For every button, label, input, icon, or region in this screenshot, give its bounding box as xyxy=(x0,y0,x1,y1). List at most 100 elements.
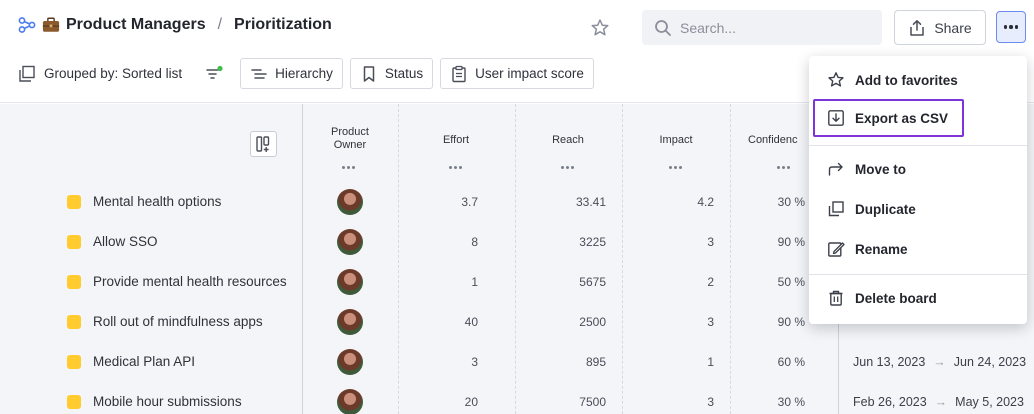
effort-value[interactable]: 40 xyxy=(420,315,478,329)
reach-value[interactable]: 895 xyxy=(520,355,606,369)
status-label: Status xyxy=(384,66,424,81)
duplicate-icon xyxy=(828,201,844,217)
column-menu-icon[interactable] xyxy=(669,166,682,169)
item-name[interactable]: Allow SSO xyxy=(93,234,158,249)
column-header-effort[interactable]: Effort xyxy=(420,134,492,147)
table-row[interactable]: Mobile hour submissions 20 7500 3 30 % F… xyxy=(0,382,1034,414)
owner-avatar[interactable] xyxy=(337,229,363,255)
status-chip xyxy=(67,275,81,289)
search-input[interactable] xyxy=(680,19,870,36)
start-date: Jun 13, 2023 xyxy=(853,355,926,369)
hierarchy-icon xyxy=(251,68,267,79)
impact-value[interactable]: 4.2 xyxy=(640,195,714,209)
item-name[interactable]: Medical Plan API xyxy=(93,354,195,369)
impact-value[interactable]: 3 xyxy=(640,235,714,249)
group-by-control[interactable]: Grouped by: Sorted list xyxy=(18,65,182,83)
reach-value[interactable]: 5675 xyxy=(520,275,606,289)
effort-value[interactable]: 3.7 xyxy=(420,195,478,209)
hierarchy-label: Hierarchy xyxy=(275,66,333,81)
reach-value[interactable]: 7500 xyxy=(520,395,606,409)
favorite-star-icon[interactable] xyxy=(590,18,610,38)
item-name[interactable]: Provide mental health resources xyxy=(93,274,287,289)
timeline-dates[interactable]: Jun 13, 2023 → Jun 24, 2023 xyxy=(853,355,1026,369)
clipboard-icon xyxy=(452,65,466,82)
board-options-menu: Add to favorites Export as CSV Move to D… xyxy=(809,56,1027,324)
confidence-value[interactable]: 50 % xyxy=(750,275,805,289)
confidence-value[interactable]: 30 % xyxy=(750,195,805,209)
owner-avatar[interactable] xyxy=(337,189,363,215)
arrow-right-icon: → xyxy=(933,355,946,369)
share-button[interactable]: Share xyxy=(894,10,986,45)
reach-value[interactable]: 33.41 xyxy=(520,195,606,209)
download-icon xyxy=(828,110,844,126)
column-header-product-owner[interactable]: Product Owner xyxy=(315,126,385,152)
board-title[interactable]: Prioritization xyxy=(234,16,332,34)
search-box[interactable] xyxy=(642,10,882,45)
timeline-dates[interactable]: Feb 26, 2023 → May 5, 2023 xyxy=(853,395,1024,409)
menu-item-move-to[interactable]: Move to xyxy=(809,150,1027,188)
start-date: Feb 26, 2023 xyxy=(853,395,927,409)
breadcrumb-separator: / xyxy=(217,16,223,33)
item-name[interactable]: Mobile hour submissions xyxy=(93,394,242,409)
owner-avatar[interactable] xyxy=(337,389,363,414)
breadcrumb: Product Managers / Prioritization xyxy=(18,16,332,34)
column-menu-icon[interactable] xyxy=(342,166,355,169)
move-arrow-icon xyxy=(828,162,843,176)
owner-avatar[interactable] xyxy=(337,269,363,295)
workspace-link[interactable]: Product Managers xyxy=(66,16,206,34)
menu-item-duplicate[interactable]: Duplicate xyxy=(809,190,1027,228)
filter-icon[interactable] xyxy=(204,64,224,84)
impact-value[interactable]: 3 xyxy=(640,315,714,329)
confidence-value[interactable]: 30 % xyxy=(750,395,805,409)
hierarchy-button[interactable]: Hierarchy xyxy=(240,58,343,89)
confidence-value[interactable]: 90 % xyxy=(750,235,805,249)
column-menu-icon[interactable] xyxy=(561,166,574,169)
effort-value[interactable]: 3 xyxy=(420,355,478,369)
impact-value[interactable]: 1 xyxy=(640,355,714,369)
impact-value[interactable]: 2 xyxy=(640,275,714,289)
confidence-value[interactable]: 90 % xyxy=(750,315,805,329)
end-date: Jun 24, 2023 xyxy=(953,355,1027,369)
board-toolbar: Grouped by: Sorted list Hierarchy Status xyxy=(18,58,594,89)
user-impact-score-button[interactable]: User impact score xyxy=(440,58,594,89)
menu-item-delete-board[interactable]: Delete board xyxy=(809,279,1027,317)
menu-item-label: Move to xyxy=(855,161,907,177)
briefcase-icon xyxy=(42,17,60,32)
status-chip xyxy=(67,355,81,369)
group-by-label: Grouped by: Sorted list xyxy=(44,66,183,81)
column-header-confidence[interactable]: Confidenc xyxy=(748,134,808,147)
menu-item-label: Rename xyxy=(855,241,908,257)
add-column-icon xyxy=(255,136,269,152)
end-date: May 5, 2023 xyxy=(955,395,1024,409)
column-header-impact[interactable]: Impact xyxy=(640,134,712,147)
status-chip xyxy=(67,235,81,249)
owner-avatar[interactable] xyxy=(337,349,363,375)
status-button[interactable]: Status xyxy=(349,58,434,89)
table-row[interactable]: Medical Plan API 3 895 1 60 % Jun 13, 20… xyxy=(0,342,1034,382)
confidence-value[interactable]: 60 % xyxy=(750,355,805,369)
share-label: Share xyxy=(934,19,972,36)
reach-value[interactable]: 2500 xyxy=(520,315,606,329)
item-name[interactable]: Mental health options xyxy=(93,194,221,209)
column-header-reach[interactable]: Reach xyxy=(532,134,604,147)
edit-pencil-icon xyxy=(828,242,845,257)
owner-avatar[interactable] xyxy=(337,309,363,335)
more-options-button[interactable] xyxy=(996,11,1026,43)
menu-item-export-csv[interactable]: Export as CSV xyxy=(813,99,964,137)
column-menu-icon[interactable] xyxy=(449,166,462,169)
arrow-right-icon: → xyxy=(934,395,948,409)
column-settings-button[interactable] xyxy=(250,131,277,157)
menu-item-add-to-favorites[interactable]: Add to favorites xyxy=(809,61,1027,99)
impact-value[interactable]: 3 xyxy=(640,395,714,409)
effort-value[interactable]: 8 xyxy=(420,235,478,249)
effort-value[interactable]: 20 xyxy=(420,395,478,409)
menu-item-rename[interactable]: Rename xyxy=(809,230,1027,268)
item-name[interactable]: Roll out of mindfulness apps xyxy=(93,314,263,329)
workspace-nodes-icon[interactable] xyxy=(18,16,36,34)
effort-value[interactable]: 1 xyxy=(420,275,478,289)
menu-divider xyxy=(809,274,1027,275)
reach-value[interactable]: 3225 xyxy=(520,235,606,249)
group-icon xyxy=(19,65,35,82)
column-menu-icon[interactable] xyxy=(777,166,790,169)
menu-item-label: Export as CSV xyxy=(855,110,949,126)
